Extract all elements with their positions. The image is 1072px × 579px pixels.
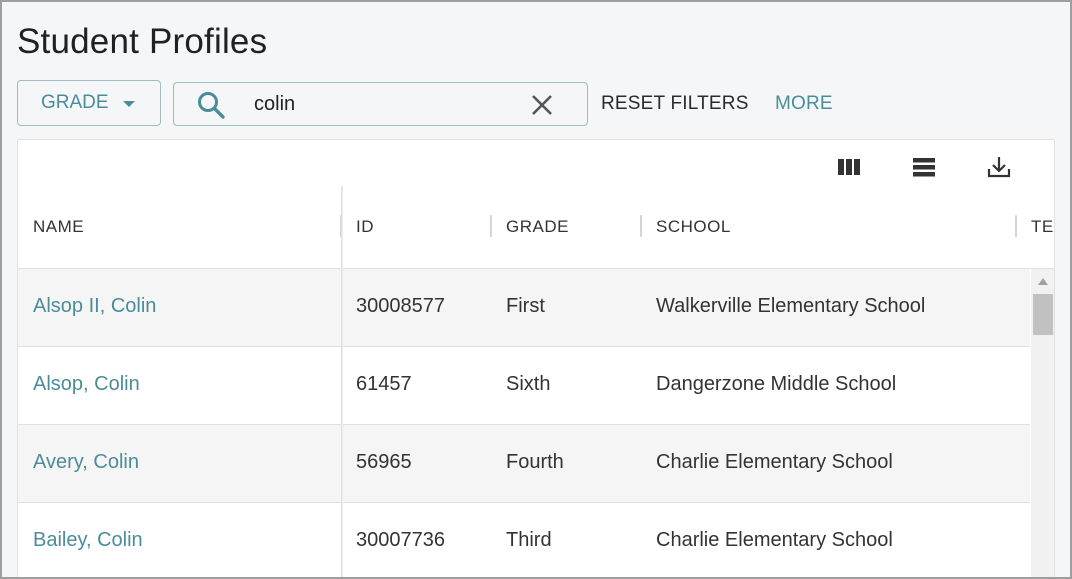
student-id: 56965 <box>356 451 412 473</box>
student-school: Dangerzone Middle School <box>656 373 897 395</box>
search-input[interactable] <box>254 89 514 119</box>
column-header-name[interactable]: NAME <box>33 217 84 237</box>
column-separator[interactable] <box>640 215 642 237</box>
student-school: Charlie Elementary School <box>656 451 893 473</box>
student-grade: Third <box>506 529 552 551</box>
table-row[interactable]: Avery, Colin 56965 Fourth Charlie Elemen… <box>18 425 1030 503</box>
pinned-column-divider <box>341 186 343 579</box>
student-school: Walkerville Elementary School <box>656 295 926 317</box>
search-icon <box>198 92 225 119</box>
scrollbar-thumb[interactable] <box>1033 294 1053 335</box>
scroll-up-arrow-icon[interactable] <box>1038 278 1048 285</box>
density-icon[interactable] <box>911 154 937 180</box>
table-body: Alsop II, Colin 30008577 First Walkervil… <box>18 269 1030 579</box>
table-row[interactable]: Bailey, Colin 30007736 Third Charlie Ele… <box>18 503 1030 579</box>
column-header-school[interactable]: SCHOOL <box>656 217 731 237</box>
data-table: NAME ID GRADE SCHOOL TEA Alsop II, Colin… <box>17 139 1055 579</box>
student-id: 30007736 <box>356 529 445 551</box>
student-name-link[interactable]: Alsop, Colin <box>33 373 140 396</box>
student-id: 30008577 <box>356 295 445 317</box>
student-school: Charlie Elementary School <box>656 529 893 551</box>
reset-filters-button[interactable]: RESET FILTERS <box>601 93 749 115</box>
grade-filter-button[interactable]: GRADE <box>17 80 161 126</box>
column-header-teacher[interactable]: TEA <box>1031 217 1054 237</box>
student-grade: Sixth <box>506 373 551 395</box>
close-icon[interactable] <box>529 92 555 118</box>
search-field <box>173 82 588 126</box>
grade-filter-label: GRADE <box>41 92 109 113</box>
download-icon[interactable] <box>986 154 1012 180</box>
column-header-id[interactable]: ID <box>356 217 374 237</box>
table-row[interactable]: Alsop II, Colin 30008577 First Walkervil… <box>18 269 1030 347</box>
caret-down-icon <box>123 101 135 107</box>
page-title: Student Profiles <box>17 22 268 61</box>
filter-bar: GRADE RESET FILTERS MORE <box>17 80 917 126</box>
student-name-link[interactable]: Avery, Colin <box>33 451 139 474</box>
student-id: 61457 <box>356 373 412 395</box>
table-row[interactable]: Alsop, Colin 61457 Sixth Dangerzone Midd… <box>18 347 1030 425</box>
student-name-link[interactable]: Alsop II, Colin <box>33 295 156 318</box>
more-button[interactable]: MORE <box>775 93 833 115</box>
column-separator[interactable] <box>1015 215 1017 237</box>
column-separator[interactable] <box>490 215 492 237</box>
vertical-scrollbar[interactable] <box>1031 269 1054 579</box>
student-name-link[interactable]: Bailey, Colin <box>33 529 143 552</box>
columns-icon[interactable] <box>836 154 862 180</box>
student-grade: Fourth <box>506 451 564 473</box>
column-header-grade[interactable]: GRADE <box>506 217 569 237</box>
student-grade: First <box>506 295 545 317</box>
